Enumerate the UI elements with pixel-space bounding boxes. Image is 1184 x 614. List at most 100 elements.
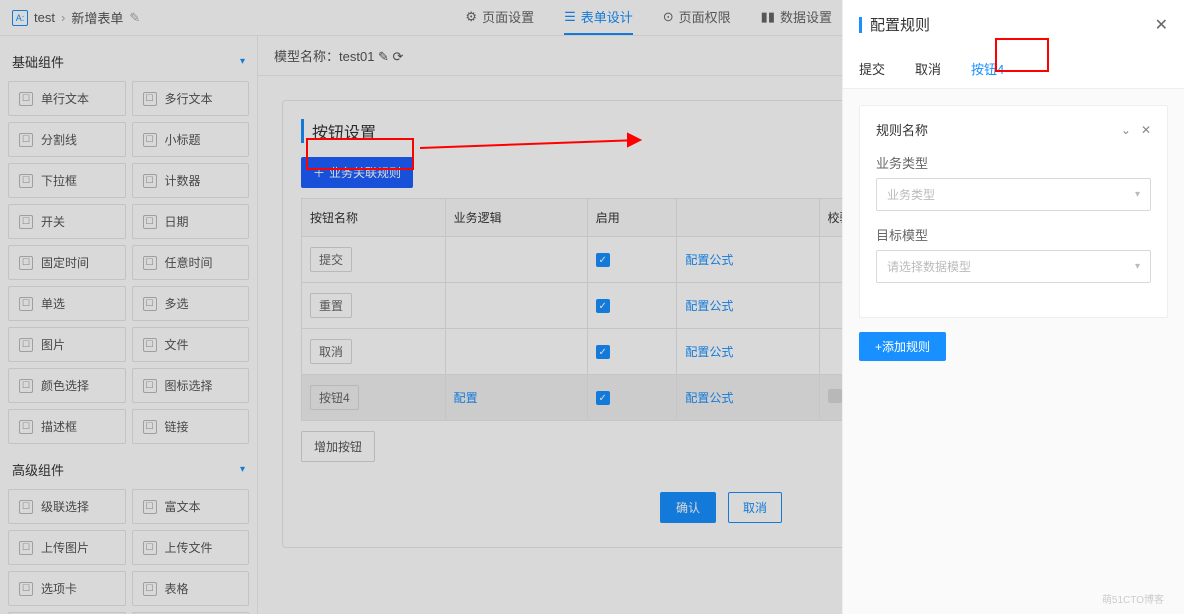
component-icon: ☐ xyxy=(143,582,157,596)
drawer-tab-button4[interactable]: 按钮4 xyxy=(971,49,1004,88)
component-item[interactable]: ☐图标选择 xyxy=(132,368,250,403)
component-icon: ☐ xyxy=(19,420,33,434)
edit-icon[interactable]: ✎ xyxy=(129,10,140,26)
component-item[interactable]: ☐单选 xyxy=(8,286,126,321)
component-icon: ☐ xyxy=(143,92,157,106)
biz-type-select[interactable]: 业务类型▾ xyxy=(876,178,1151,211)
tab-form-design[interactable]: ☰表单设计 xyxy=(564,0,633,35)
component-item[interactable]: ☐级联选择 xyxy=(8,489,126,524)
chevron-down-icon: ▾ xyxy=(1135,261,1140,272)
tab-page-auth[interactable]: ⊙页面权限 xyxy=(663,0,731,35)
component-item[interactable]: ☐颜色选择 xyxy=(8,368,126,403)
component-icon: ☐ xyxy=(19,215,33,229)
button-name-chip: 提交 xyxy=(310,247,352,272)
component-icon: ☐ xyxy=(143,256,157,270)
component-item[interactable]: ☐描述框 xyxy=(8,409,126,444)
chevron-down-icon: ▾ xyxy=(240,464,245,475)
component-icon: ☐ xyxy=(143,215,157,229)
components-panel: 基础组件▾ ☐单行文本☐多行文本☐分割线☐小标题☐下拉框☐计数器☐开关☐日期☐固… xyxy=(0,36,258,614)
component-item[interactable]: ☐小标题 xyxy=(132,122,250,157)
basic-group-title[interactable]: 基础组件▾ xyxy=(8,46,249,77)
annotation-arrow xyxy=(420,130,660,160)
component-item[interactable]: ☐单行文本 xyxy=(8,81,126,116)
checkbox-icon[interactable]: ✓ xyxy=(596,253,610,267)
config-formula-link[interactable]: 配置公式 xyxy=(685,253,733,267)
component-icon: ☐ xyxy=(143,500,157,514)
component-item[interactable]: ☐日期 xyxy=(132,204,250,239)
checkbox-icon[interactable]: ✓ xyxy=(596,391,610,405)
component-item[interactable]: ☐多行文本 xyxy=(132,81,250,116)
component-icon: ☐ xyxy=(19,541,33,555)
drawer-tab-cancel[interactable]: 取消 xyxy=(915,49,941,88)
drawer-tab-submit[interactable]: 提交 xyxy=(859,49,885,88)
component-item[interactable]: ☐文件 xyxy=(132,327,250,362)
table-header: 按钮名称 xyxy=(302,199,446,237)
drawer-title: 配置规则 xyxy=(870,14,930,35)
component-icon: ☐ xyxy=(19,582,33,596)
component-item[interactable]: ☐计数器 xyxy=(132,163,250,198)
component-icon: ☐ xyxy=(19,338,33,352)
component-item[interactable]: ☐选项卡 xyxy=(8,571,126,606)
component-icon: ☐ xyxy=(143,297,157,311)
button-name-chip: 按钮4 xyxy=(310,385,359,410)
breadcrumb-item[interactable]: test xyxy=(34,10,55,25)
field-label: 目标模型 xyxy=(876,225,1151,244)
rule-header: 规则名称 ⌄ ✕ xyxy=(876,120,1151,139)
app-icon: A: xyxy=(12,10,28,26)
field-target-model: 目标模型 请选择数据模型▾ xyxy=(876,225,1151,283)
field-biz-type: 业务类型 业务类型▾ xyxy=(876,153,1151,211)
field-label: 业务类型 xyxy=(876,153,1151,172)
config-formula-link[interactable]: 配置公式 xyxy=(685,391,733,405)
config-formula-link[interactable]: 配置公式 xyxy=(685,345,733,359)
component-icon: ☐ xyxy=(19,256,33,270)
component-item[interactable]: ☐图片 xyxy=(8,327,126,362)
close-icon[interactable]: ✕ xyxy=(1155,15,1168,35)
component-item[interactable]: ☐多选 xyxy=(132,286,250,321)
add-button[interactable]: 增加按钮 xyxy=(301,431,375,462)
watermark: 萌51CTO博客 xyxy=(1102,591,1164,606)
drawer-tabs: 提交 取消 按钮4 xyxy=(843,49,1184,89)
component-item[interactable]: ☐任意时间 xyxy=(132,245,250,280)
component-icon: ☐ xyxy=(19,379,33,393)
confirm-button[interactable]: 确认 xyxy=(660,492,716,523)
tab-data-settings[interactable]: ▮▮数据设置 xyxy=(761,0,832,35)
table-header xyxy=(677,199,819,237)
table-header: 启用 xyxy=(587,199,677,237)
breadcrumb-sep: › xyxy=(61,10,65,25)
tab-page-settings[interactable]: ⚙页面设置 xyxy=(465,0,534,35)
component-icon: ☐ xyxy=(143,338,157,352)
component-item[interactable]: ☐上传文件 xyxy=(132,530,250,565)
component-item[interactable]: ☐富文本 xyxy=(132,489,250,524)
component-item[interactable]: ☐下拉框 xyxy=(8,163,126,198)
component-icon: ☐ xyxy=(143,420,157,434)
config-link[interactable]: 配置 xyxy=(454,391,478,405)
component-item[interactable]: ☐表格 xyxy=(132,571,250,606)
close-icon[interactable]: ✕ xyxy=(1141,123,1151,137)
component-icon: ☐ xyxy=(143,174,157,188)
model-label: 模型名称：test01 ✎ ⟳ xyxy=(274,46,403,65)
breadcrumb-item[interactable]: 新增表单 xyxy=(71,8,123,27)
component-item[interactable]: ☐开关 xyxy=(8,204,126,239)
add-rule-button[interactable]: +添加规则 xyxy=(859,332,946,361)
button-name-chip: 重置 xyxy=(310,293,352,318)
component-item[interactable]: ☐分割线 xyxy=(8,122,126,157)
target-model-select[interactable]: 请选择数据模型▾ xyxy=(876,250,1151,283)
component-icon: ☐ xyxy=(19,133,33,147)
rule-card: 规则名称 ⌄ ✕ 业务类型 业务类型▾ 目标模型 请选择数据模型▾ xyxy=(859,105,1168,318)
cancel-button[interactable]: 取消 xyxy=(728,492,782,523)
component-item[interactable]: ☐链接 xyxy=(132,409,250,444)
checkbox-icon[interactable]: ✓ xyxy=(596,345,610,359)
collapse-icon[interactable]: ⌄ xyxy=(1121,123,1131,137)
rule-name-label: 规则名称 xyxy=(876,120,928,139)
chevron-down-icon: ▾ xyxy=(1135,189,1140,200)
component-item[interactable]: ☐上传图片 xyxy=(8,530,126,565)
component-item[interactable]: ☐固定时间 xyxy=(8,245,126,280)
component-icon: ☐ xyxy=(143,541,157,555)
config-formula-link[interactable]: 配置公式 xyxy=(685,299,733,313)
adv-group-title[interactable]: 高级组件▾ xyxy=(8,454,249,485)
checkbox-icon[interactable]: ✓ xyxy=(596,299,610,313)
component-icon: ☐ xyxy=(19,92,33,106)
button-name-chip: 取消 xyxy=(310,339,352,364)
add-biz-rule-button[interactable]: ＋ 业务关联规则 xyxy=(301,157,413,188)
checkbox-icon[interactable] xyxy=(828,389,842,403)
